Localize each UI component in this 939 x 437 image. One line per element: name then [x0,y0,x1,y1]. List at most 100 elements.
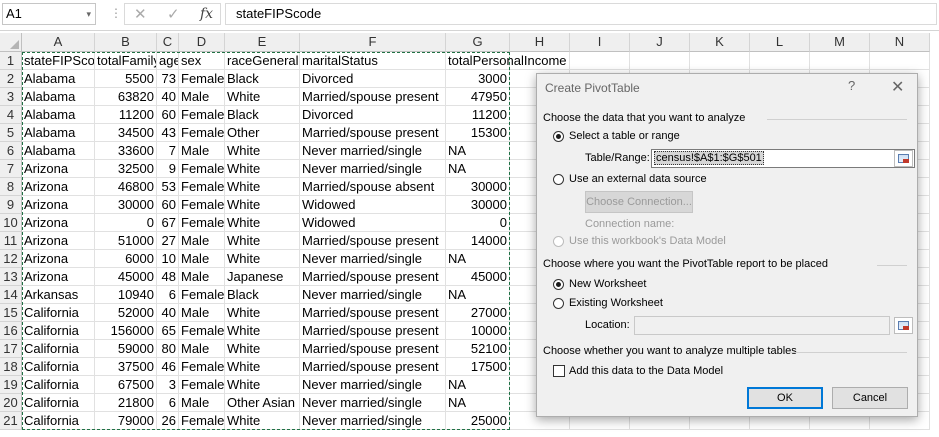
table-cell[interactable]: Never married/single [300,376,446,394]
table-cell[interactable]: 11200 [446,106,510,124]
row-header[interactable]: 10 [0,214,22,232]
add-to-data-model-label[interactable]: Add this data to the Data Model [569,365,723,377]
table-cell[interactable]: Arizona [22,232,95,250]
table-cell[interactable]: 10940 [95,286,157,304]
table-cell[interactable]: NA [446,160,510,178]
table-cell[interactable]: 25000 [446,412,510,430]
table-cell[interactable]: 32500 [95,160,157,178]
table-cell[interactable]: 45000 [95,268,157,286]
table-cell[interactable]: Male [179,340,225,358]
table-cell[interactable]: Black [225,70,300,88]
table-cell[interactable]: Male [179,250,225,268]
table-cell[interactable]: Arizona [22,214,95,232]
table-cell[interactable]: Never married/single [300,250,446,268]
table-cell[interactable]: Divorced [300,106,446,124]
header-cell[interactable]: totalPersonalIncome [446,52,567,70]
row-header[interactable]: 11 [0,232,22,250]
table-cell[interactable]: Female [179,358,225,376]
table-cell[interactable]: Never married/single [300,394,446,412]
table-cell[interactable]: 30000 [95,196,157,214]
table-cell[interactable]: Female [179,412,225,430]
table-cell[interactable]: California [22,394,95,412]
table-cell[interactable]: Married/spouse present [300,304,446,322]
empty-cell[interactable] [690,52,750,70]
empty-cell[interactable] [810,52,870,70]
table-cell[interactable]: White [225,178,300,196]
ok-button[interactable]: OK [747,387,823,409]
chevron-down-icon[interactable]: ▾ [86,4,91,24]
table-cell[interactable]: 60 [157,196,179,214]
table-cell[interactable]: Alabama [22,88,95,106]
range-select-icon[interactable] [894,317,913,334]
table-cell[interactable]: 0 [446,214,510,232]
column-header-i[interactable]: I [570,33,630,52]
table-cell[interactable]: White [225,142,300,160]
table-cell[interactable]: Female [179,178,225,196]
column-header-n[interactable]: N [870,33,930,52]
select-all-corner[interactable] [0,33,22,52]
table-cell[interactable]: Female [179,196,225,214]
row-header[interactable]: 14 [0,286,22,304]
table-cell[interactable]: 5500 [95,70,157,88]
table-cell[interactable]: 156000 [95,322,157,340]
table-cell[interactable]: NA [446,142,510,160]
radio-select-table[interactable] [553,131,564,142]
column-header-m[interactable]: M [810,33,870,52]
table-cell[interactable]: 10000 [446,322,510,340]
table-cell[interactable]: Married/spouse present [300,322,446,340]
row-header[interactable]: 21 [0,412,22,430]
table-cell[interactable]: 26 [157,412,179,430]
radio-new-worksheet[interactable] [553,279,564,290]
column-header-g[interactable]: G [446,33,510,52]
table-cell[interactable]: 6 [157,286,179,304]
table-cell[interactable]: Female [179,376,225,394]
table-cell[interactable]: 48 [157,268,179,286]
table-cell[interactable]: White [225,160,300,178]
table-cell[interactable]: 30000 [446,196,510,214]
table-cell[interactable]: 73 [157,70,179,88]
table-cell[interactable]: 27000 [446,304,510,322]
row-header[interactable]: 18 [0,358,22,376]
table-cell[interactable]: NA [446,250,510,268]
table-cell[interactable]: Arizona [22,160,95,178]
table-cell[interactable]: 27 [157,232,179,250]
row-header[interactable]: 8 [0,178,22,196]
table-cell[interactable]: Married/spouse present [300,88,446,106]
column-header-d[interactable]: D [179,33,225,52]
row-header[interactable]: 13 [0,268,22,286]
table-cell[interactable]: 65 [157,322,179,340]
table-cell[interactable]: 11200 [95,106,157,124]
table-cell[interactable]: 30000 [446,178,510,196]
table-cell[interactable]: White [225,232,300,250]
table-cell[interactable]: NA [446,394,510,412]
row-header[interactable]: 2 [0,70,22,88]
table-cell[interactable]: Married/spouse present [300,268,446,286]
table-cell[interactable]: Male [179,268,225,286]
table-cell[interactable]: Male [179,142,225,160]
row-header[interactable]: 16 [0,322,22,340]
header-cell[interactable]: totalFamilyIncome [95,52,157,70]
table-cell[interactable]: Other [225,124,300,142]
table-cell[interactable]: 59000 [95,340,157,358]
table-cell[interactable]: 10 [157,250,179,268]
table-cell[interactable]: 63820 [95,88,157,106]
table-cell[interactable]: 80 [157,340,179,358]
formula-input[interactable]: stateFIPScode [225,3,937,25]
header-cell[interactable]: sex [179,52,225,70]
column-header-c[interactable]: C [157,33,179,52]
table-cell[interactable]: 14000 [446,232,510,250]
table-cell[interactable]: Alabama [22,124,95,142]
table-cell[interactable]: Widowed [300,214,446,232]
table-cell[interactable]: 79000 [95,412,157,430]
range-select-icon[interactable] [894,150,913,167]
table-cell[interactable]: 46 [157,358,179,376]
table-cell[interactable]: 67 [157,214,179,232]
table-cell[interactable]: Female [179,160,225,178]
table-cell[interactable]: Male [179,232,225,250]
table-cell[interactable]: 46800 [95,178,157,196]
table-cell[interactable]: Female [179,322,225,340]
table-cell[interactable]: Married/spouse absent [300,178,446,196]
row-header[interactable]: 7 [0,160,22,178]
radio-external-source[interactable] [553,174,564,185]
table-cell[interactable]: Alabama [22,142,95,160]
